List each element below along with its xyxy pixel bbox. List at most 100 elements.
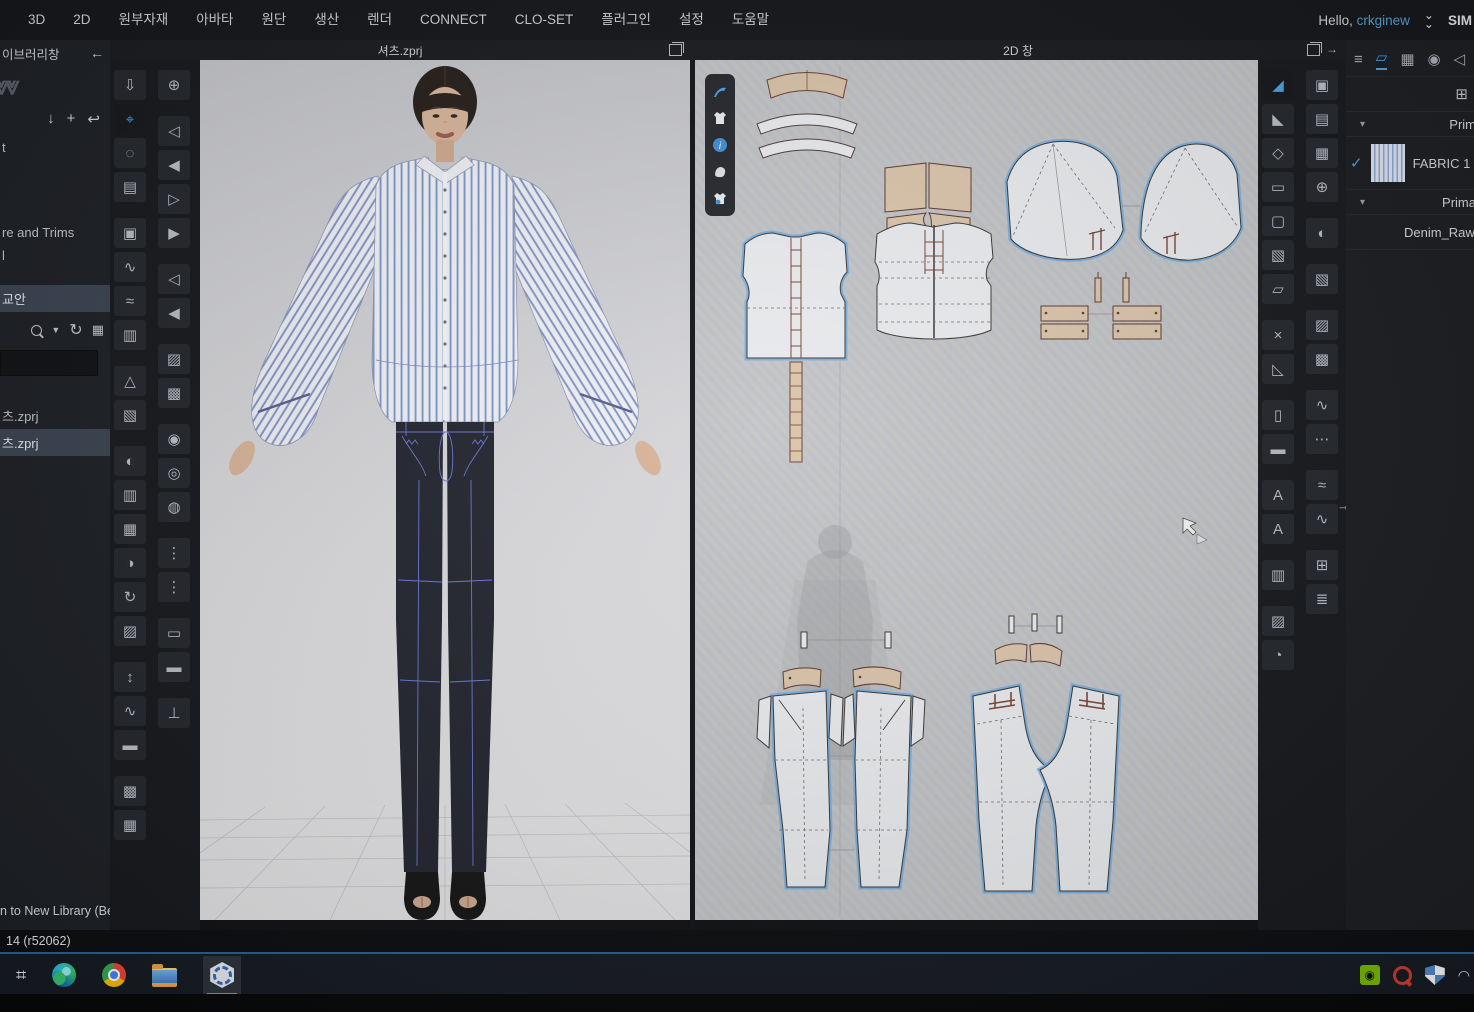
filter-dropdown-icon[interactable]: ▼ [51, 325, 60, 335]
dart-tool[interactable]: ▧ [1262, 240, 1294, 270]
clo3d-app-icon[interactable] [203, 956, 241, 994]
brush-pen-tool[interactable] [711, 83, 729, 101]
jacket-arrange-tool[interactable]: ▥ [114, 480, 146, 510]
tab-more-icon[interactable]: ◁ [1454, 50, 1466, 68]
arrange-unfold-tool[interactable]: ◀ [158, 298, 190, 328]
button-tool[interactable]: ◉ [158, 424, 190, 454]
fabric-section-row-2[interactable]: ▾ Prima [1346, 189, 1474, 214]
fold-arrangement-tool[interactable]: ◐ [114, 446, 146, 476]
arrange-clothes-tool[interactable]: ▦ [114, 514, 146, 544]
pattern-collar-band[interactable] [767, 70, 847, 98]
texture-2d-tool[interactable]: ▩ [1306, 344, 1338, 374]
lift-garment-tool[interactable]: ↕ [114, 662, 146, 692]
arrange-reset-tool[interactable]: ◁ [158, 264, 190, 294]
arrange-point-tool[interactable]: ◁ [158, 116, 190, 146]
garment-fit-tool[interactable] [711, 189, 729, 207]
library-search-input[interactable] [0, 350, 98, 376]
fabric-section-row[interactable]: ▾ Prim [1346, 111, 1474, 136]
shirt-2d-tool[interactable]: ▧ [1306, 264, 1338, 294]
collapse-panel-icon[interactable]: ← [90, 45, 104, 61]
file-explorer-app-icon[interactable] [152, 968, 177, 987]
texture-shirt-tool[interactable]: ▩ [158, 378, 190, 408]
pleat-tool[interactable]: ▥ [1262, 560, 1294, 590]
add-icon[interactable]: + [67, 110, 76, 128]
show-fabric-tool[interactable] [711, 163, 729, 181]
stitch-dash-tool[interactable]: ⋯ [1306, 424, 1338, 454]
stitch-free-tool[interactable]: ∿ [1306, 504, 1338, 534]
menu-item[interactable]: CLO-SET [501, 0, 588, 40]
pattern-shirt-back[interactable] [875, 223, 993, 339]
pattern-pants-back[interactable] [973, 614, 1119, 891]
free-sewing-tool[interactable]: ≈ [114, 286, 146, 316]
simulate-tool[interactable]: ⇩ [114, 70, 146, 100]
pin-tool[interactable]: △ [114, 366, 146, 396]
menu-item[interactable]: 렌더 [353, 0, 406, 40]
pattern-sleeve-right[interactable] [1141, 144, 1241, 260]
fit-avatar-tool[interactable]: ▥ [114, 320, 146, 350]
download-icon[interactable]: ↓ [47, 110, 55, 128]
pattern-sleeve-left[interactable] [1007, 141, 1123, 259]
stitch-line-tool[interactable]: ∿ [1306, 390, 1338, 420]
titlebar-3d[interactable]: 셔츠.zprj [110, 40, 690, 60]
menu-item[interactable]: 플러그인 [587, 0, 665, 40]
chrome-app-icon[interactable] [102, 963, 126, 987]
avatar-walk-tool[interactable]: ⊕ [158, 70, 190, 100]
trace-tool[interactable]: × [1262, 320, 1294, 350]
seam-allowance-tool[interactable]: ▱ [1262, 274, 1294, 304]
menu-item[interactable]: 3D [14, 0, 59, 40]
show-garment-tool[interactable] [711, 109, 729, 127]
segment-sewing-tool[interactable]: ∿ [114, 252, 146, 282]
mn-sew-2d-tool[interactable]: ▦ [1306, 138, 1338, 168]
arrange-flip-tool[interactable]: ▷ [158, 184, 190, 214]
pin-box-tool[interactable]: ▧ [114, 400, 146, 430]
text-style-tool[interactable]: A [1262, 514, 1294, 544]
canvas-2d-patterns[interactable]: i [695, 60, 1258, 920]
shirt-solidify-tool[interactable]: ▨ [114, 616, 146, 646]
segment-sew-2d-tool[interactable]: ▣ [1306, 70, 1338, 100]
chevron-double-down-icon[interactable]: ⌄⌄ [1424, 11, 1434, 29]
tab-fabric-icon[interactable]: ▱ [1376, 48, 1388, 70]
menu-item[interactable]: 원단 [247, 0, 300, 40]
fabric-item-row-2[interactable]: Denim_Raw [1346, 214, 1474, 249]
clamp-tool[interactable]: ⊥ [158, 698, 190, 728]
library-item-trims[interactable]: re and Trims [0, 221, 110, 244]
grab-2d-tool[interactable]: ▨ [1306, 310, 1338, 340]
tab-texture-icon[interactable]: ▦ [1400, 50, 1414, 68]
menu-item[interactable]: 2D [59, 0, 104, 40]
menu-item[interactable]: 설정 [665, 0, 718, 40]
pattern-sleeve-plackets[interactable] [1095, 272, 1129, 302]
library-file[interactable]: 츠.zprj [0, 402, 110, 429]
tab-scene-list-icon[interactable]: ≡ [1354, 51, 1363, 68]
avatar-pattern-tool[interactable]: ◔ [1262, 640, 1294, 670]
pattern-collar-strips[interactable] [757, 114, 857, 158]
grab-fabric-tool[interactable]: ▨ [158, 344, 190, 374]
zipper-tool[interactable]: ⋮ [158, 538, 190, 568]
menu-item[interactable]: 생산 [300, 0, 353, 40]
info-tool[interactable]: i [711, 136, 729, 154]
fabric-roll-tool[interactable]: ▭ [158, 618, 190, 648]
wrap-rotate-tool[interactable]: ↻ [114, 582, 146, 612]
fabric-swatch-thumbnail[interactable] [1371, 144, 1405, 182]
viewport-3d[interactable] [200, 60, 690, 920]
tape-measure-tool[interactable]: ▬ [114, 730, 146, 760]
pattern-shirt-front[interactable] [743, 233, 847, 358]
tab-button-icon[interactable]: ◉ [1428, 50, 1441, 68]
widgets-app-icon[interactable]: ⌗ [16, 965, 26, 986]
lock-button-tool[interactable]: ◍ [158, 492, 190, 522]
nvidia-tray-icon[interactable]: ◉ [1360, 965, 1380, 985]
magnifier-tray-icon[interactable] [1393, 966, 1412, 985]
edit-pattern-tool[interactable]: ◣ [1262, 104, 1294, 134]
arrange-mirror-tool[interactable]: ▶ [158, 218, 190, 248]
library-item-material[interactable]: l [0, 244, 110, 267]
fold-add-tool[interactable]: ⊞ [1306, 550, 1338, 580]
buttonhole-tool[interactable]: ◎ [158, 458, 190, 488]
window-layout-icon[interactable] [669, 44, 682, 56]
add-fabric-icon[interactable]: ⊞ [1455, 85, 1468, 103]
section-collapse-icon-2[interactable]: ▾ [1360, 197, 1365, 208]
zipper2-tool[interactable]: ⋮ [158, 572, 190, 602]
iron-tool[interactable]: ◐ [1306, 218, 1338, 248]
ruler-tool[interactable]: ▬ [1262, 434, 1294, 464]
stitch-zigzag-tool[interactable]: ≈ [1306, 470, 1338, 500]
cut-sew-tool[interactable]: ◺ [1262, 354, 1294, 384]
polygon-tool[interactable]: ▭ [1262, 172, 1294, 202]
